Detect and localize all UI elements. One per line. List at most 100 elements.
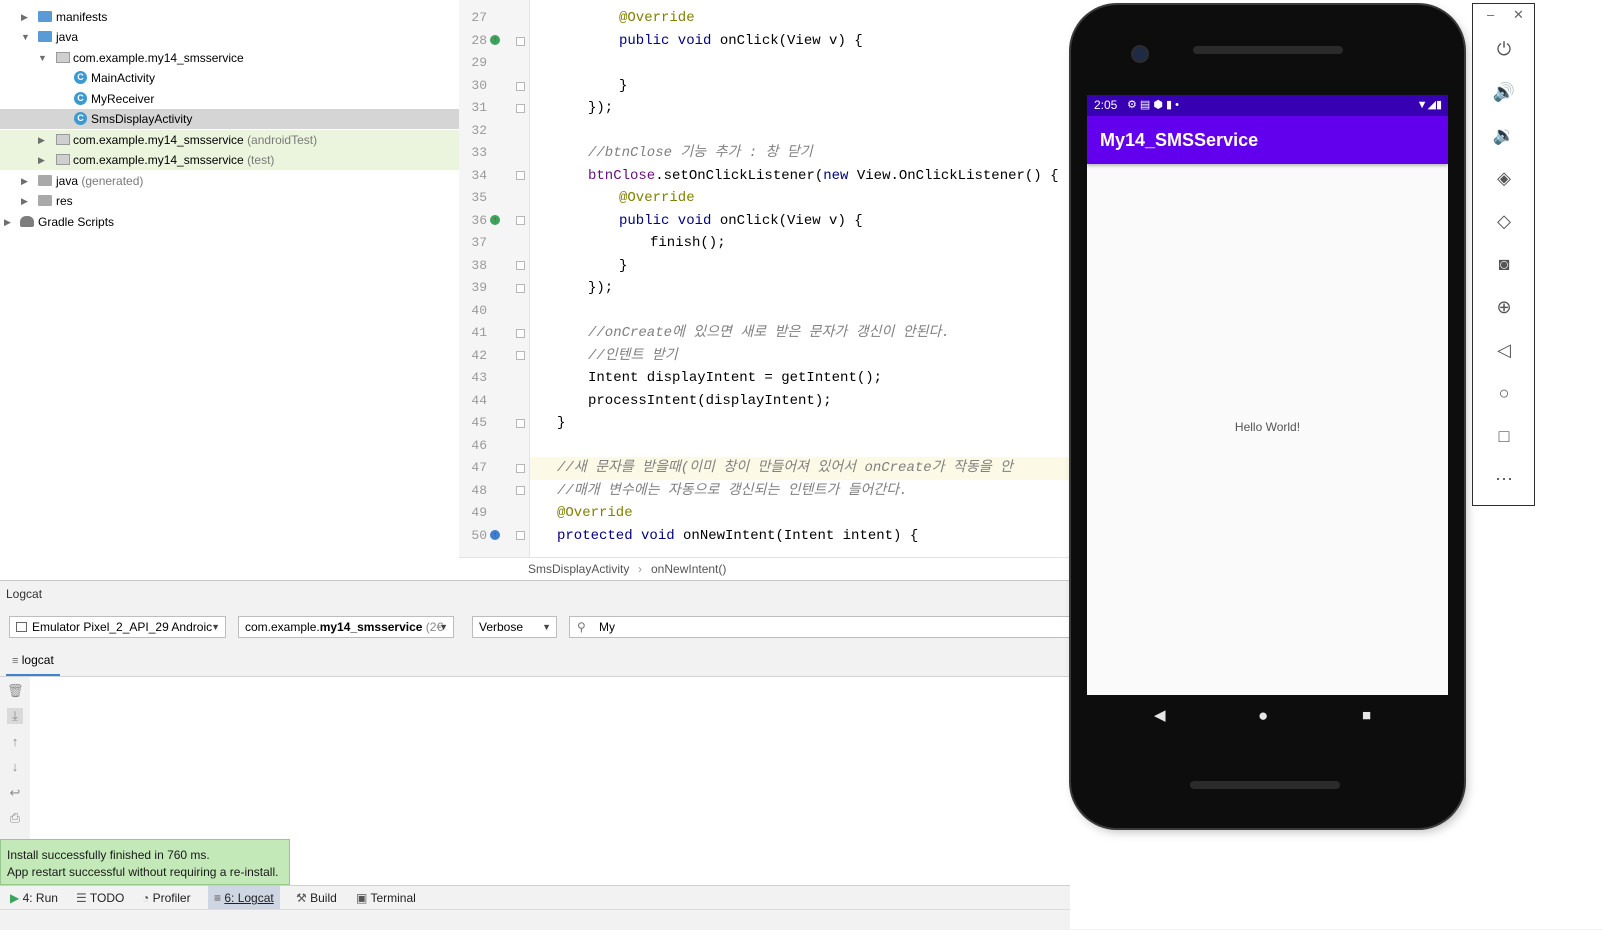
minimize-icon[interactable]: –	[1487, 7, 1494, 22]
code-text: });	[588, 280, 614, 296]
front-camera-icon	[1131, 45, 1149, 63]
line-number: 44	[471, 392, 487, 408]
install-notification[interactable]: Install successfully finished in 760 ms.…	[0, 839, 290, 885]
tree-item-gradle-scripts[interactable]: ▶ Gradle Scripts	[0, 212, 459, 232]
tree-item-package[interactable]: ▼ com.example.my14_smsservice	[0, 48, 459, 68]
code-line: @Override	[530, 187, 1070, 210]
code-text: });	[588, 100, 614, 116]
search-value: My	[599, 620, 615, 634]
tool-window-label: 6: Logcat	[224, 891, 274, 905]
close-icon[interactable]: ✕	[1513, 7, 1524, 23]
fold-marker-icon[interactable]	[516, 531, 525, 540]
line-number: 48	[471, 482, 487, 498]
device-screen[interactable]: 2:05 ⚙ ▤ ⬢ ▮ • ▼◢▮ My14_SMSService Hello…	[1087, 95, 1448, 695]
override-method-icon[interactable]: ↑	[490, 530, 500, 540]
tree-item-sms-display-activity[interactable]: C SmsDisplayActivity	[0, 109, 459, 129]
nav-recents-icon[interactable]: ■	[1362, 695, 1371, 737]
back-icon[interactable]: ◁	[1491, 337, 1517, 363]
tool-window-label: Build	[310, 891, 337, 905]
fold-marker-icon[interactable]	[516, 284, 525, 293]
package-icon	[56, 154, 70, 165]
code-line: @Override	[530, 502, 1070, 525]
scroll-to-end-icon[interactable]: ⤓	[7, 708, 23, 724]
nav-back-icon[interactable]: ◀	[1154, 695, 1166, 737]
fold-marker-icon[interactable]	[516, 351, 525, 360]
tool-window-label: 4: Run	[22, 891, 58, 905]
code-line: //인텐트 받기	[530, 345, 1070, 368]
volume-up-icon[interactable]: 🔊	[1491, 79, 1517, 105]
tab-logcat[interactable]: ≡ logcat	[6, 647, 60, 676]
breadcrumb-method[interactable]: onNewIntent()	[651, 558, 726, 581]
arrow-up-icon[interactable]: ↑	[7, 734, 23, 750]
arrow-down-icon[interactable]: ↓	[7, 759, 23, 775]
tool-window-todo[interactable]: ☰ TODO	[70, 886, 130, 910]
tree-item-package-android-test[interactable]: ▶ com.example.my14_smsservice (androidTe…	[0, 130, 459, 150]
log-level-select[interactable]: Verbose ▼	[472, 616, 557, 638]
package-icon	[56, 134, 70, 145]
print-icon[interactable]: ⎙	[7, 810, 23, 826]
fold-marker-icon[interactable]	[516, 464, 525, 473]
tool-window-run[interactable]: ▶ 4: Run	[4, 886, 64, 910]
android-status-bar: 2:05 ⚙ ▤ ⬢ ▮ • ▼◢▮	[1087, 95, 1448, 116]
overview-icon[interactable]: □	[1491, 423, 1517, 449]
zoom-icon[interactable]: ⊕	[1491, 294, 1517, 320]
override-method-icon[interactable]: ↑	[490, 215, 500, 225]
override-method-icon[interactable]: ↑	[490, 35, 500, 45]
expand-arrow-icon[interactable]: ▶	[38, 150, 48, 170]
device-select[interactable]: Emulator Pixel_2_API_29 Androic ▼	[9, 616, 226, 638]
expand-arrow-icon[interactable]: ▶	[38, 130, 48, 150]
fold-marker-icon[interactable]	[516, 216, 525, 225]
line-number: 49	[471, 505, 487, 520]
rotate-right-icon[interactable]: ◇	[1491, 208, 1517, 234]
fold-marker-icon[interactable]	[516, 329, 525, 338]
tree-item-my-receiver[interactable]: C MyReceiver	[0, 89, 459, 109]
code-line: });	[530, 97, 1070, 120]
logcat-tabs: ≡ logcat	[0, 647, 1070, 677]
expand-arrow-icon[interactable]: ▶	[21, 191, 31, 211]
line-number: 36	[471, 212, 487, 228]
tree-item-manifests[interactable]: ▶ manifests	[0, 7, 459, 27]
tree-item-main-activity[interactable]: C MainActivity	[0, 68, 459, 88]
code-editor[interactable]: @Override public void onClick(View v) { …	[530, 0, 1070, 557]
tool-window-build[interactable]: ⚒ Build	[290, 886, 343, 910]
home-icon[interactable]: ○	[1491, 380, 1517, 406]
process-select[interactable]: com.example.my14_smsservice (2€ ▼	[238, 616, 454, 638]
clear-logcat-icon[interactable]: 🗑	[7, 683, 24, 699]
more-options-icon[interactable]: ⋯	[1491, 466, 1517, 492]
breadcrumb-class[interactable]: SmsDisplayActivity	[528, 558, 629, 581]
fold-marker-icon[interactable]	[516, 104, 525, 113]
tool-window-logcat[interactable]: ≡ 6: Logcat	[208, 886, 280, 910]
hello-text: Hello World!	[1234, 420, 1301, 434]
folder-icon	[38, 195, 52, 206]
camera-screenshot-icon[interactable]: ◙	[1491, 251, 1517, 277]
expand-arrow-icon[interactable]: ▶	[21, 7, 31, 27]
line-number: 28	[471, 32, 487, 48]
comment: //매개 변수에는 자동으로 갱신되는 인텐트가 들어간다.	[557, 482, 908, 499]
tree-item-java-generated[interactable]: ▶ java (generated)	[0, 171, 459, 191]
fold-marker-icon[interactable]	[516, 419, 525, 428]
tree-item-package-test[interactable]: ▶ com.example.my14_smsservice (test)	[0, 150, 459, 170]
rotate-left-icon[interactable]: ◈	[1491, 165, 1517, 191]
tree-item-java[interactable]: ▼ java	[0, 27, 459, 47]
volume-down-icon[interactable]: 🔉	[1491, 122, 1517, 148]
expand-arrow-icon[interactable]: ▶	[4, 212, 14, 232]
power-icon[interactable]: ⏻	[1491, 36, 1517, 62]
fold-marker-icon[interactable]	[516, 82, 525, 91]
fold-marker-icon[interactable]	[516, 486, 525, 495]
fold-marker-icon[interactable]	[516, 261, 525, 270]
tool-window-profiler[interactable]: ◔ Profiler	[136, 886, 197, 910]
tool-window-terminal[interactable]: ▣ Terminal	[350, 886, 422, 910]
soft-wrap-icon[interactable]: ↩	[7, 785, 23, 801]
process-name: my14_smsservice	[319, 620, 423, 634]
fold-marker-icon[interactable]	[516, 171, 525, 180]
tree-item-res[interactable]: ▶ res	[0, 191, 459, 211]
collapse-arrow-icon[interactable]: ▼	[38, 48, 48, 68]
logcat-icon: ≡	[214, 891, 222, 905]
editor-gutter: 27 28 29 30 31 32 33 34 35 36 37 38 39 4…	[459, 0, 530, 557]
tree-label: java	[56, 174, 79, 188]
expand-arrow-icon[interactable]: ▶	[21, 171, 31, 191]
fold-marker-icon[interactable]	[516, 37, 525, 46]
collapse-arrow-icon[interactable]: ▼	[21, 27, 31, 47]
nav-home-icon[interactable]: ●	[1258, 695, 1268, 737]
